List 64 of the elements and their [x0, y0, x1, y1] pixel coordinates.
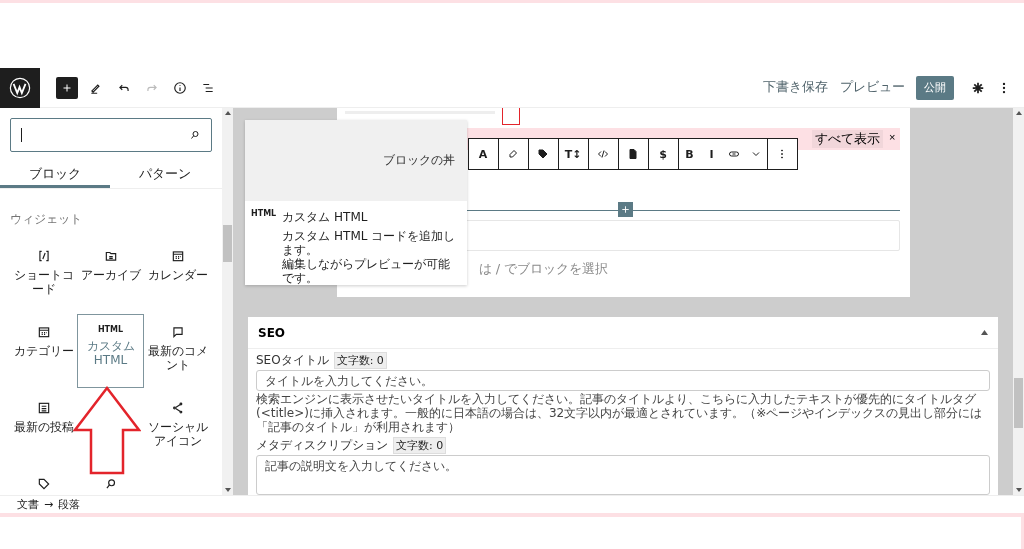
comment-icon [170, 325, 185, 339]
tag-icon [537, 148, 549, 160]
calendar-icon [36, 325, 51, 339]
block-description: カスタム HTML コードを追加します。 編集しながらプレビューが可能です。 [282, 229, 457, 285]
section-title: ウィジェット [10, 211, 83, 228]
scrollbar[interactable] [222, 108, 233, 495]
link-icon [727, 148, 740, 160]
toolbar-button[interactable]: T↕ [558, 139, 588, 169]
share-icon [170, 401, 185, 415]
publish-button[interactable]: 公開 [916, 75, 954, 100]
show-all-button[interactable]: すべて表示 [812, 130, 884, 148]
paragraph-placeholder[interactable]: は / でブロックを選択 [478, 260, 609, 278]
list-icon [36, 401, 51, 415]
insert-block-button[interactable] [617, 202, 633, 217]
html-icon: HTML [251, 209, 277, 285]
settings-icon [971, 80, 985, 95]
calendar-icon [170, 249, 185, 263]
help-text: 検索エンジンに表示させたいタイトルを入力してください。記事のタイトルより、こちらに入力したテキストが優先的にタイトルタグ(<title>)に挿入されます。一般的に日本語の場合は、32文字以内が最適とされています。（※ページやインデックスの見出し部分には「記事のタイトル」が利用されます） [256, 392, 984, 434]
field-label: メタディスクリプション [256, 437, 388, 454]
block-item[interactable]: HTML カスタム HTML [77, 314, 144, 388]
tab[interactable]: ブロック [0, 160, 110, 188]
collapse-icon [981, 330, 988, 335]
description-input[interactable]: 記事の説明文を入力してください。 [256, 455, 990, 495]
search-icon [189, 129, 201, 141]
highlighter-icon [507, 148, 519, 160]
plus-icon [619, 204, 631, 215]
tab[interactable]: パターン [110, 160, 220, 188]
block-item[interactable]: ショートコード [10, 238, 77, 312]
close-button[interactable]: × [889, 130, 896, 145]
shortcode-icon [36, 249, 51, 263]
document-icon [627, 148, 639, 160]
add-block-button[interactable] [56, 76, 78, 99]
seo-header[interactable]: SEO [248, 317, 998, 349]
character-count: 文字数: 0 [393, 437, 447, 454]
block-item[interactable]: アーカイブ [77, 238, 144, 312]
code-icon [597, 148, 609, 160]
toolbar-button[interactable]: $ [648, 139, 678, 169]
breadcrumb-item[interactable]: 文書 [17, 497, 39, 512]
toolbar-button[interactable]: I [700, 139, 723, 169]
title-input[interactable]: タイトルを入力してください。 [256, 370, 990, 391]
block-item[interactable]: 最新のコメント [144, 314, 211, 388]
preview-link[interactable]: プレビュー [834, 79, 911, 96]
wordpress-logo[interactable] [0, 67, 40, 108]
character-count: 文字数: 0 [333, 352, 387, 369]
highlight-frame [501, 108, 520, 125]
preview-area: ブロックの丼 [245, 120, 467, 201]
block-item[interactable]: カテゴリー [10, 314, 77, 388]
info-icon [173, 80, 187, 95]
field-label: SEOタイトル [256, 352, 329, 369]
tag-icon [36, 477, 51, 491]
toolbar-button[interactable]: A [468, 139, 498, 169]
block-item[interactable]: カレンダー [144, 238, 211, 312]
block-item[interactable]: 最新の投稿 [10, 390, 77, 464]
html-icon: HTML [97, 325, 124, 334]
block-title: カスタム HTML [282, 209, 369, 226]
wordpress-logo-icon [9, 76, 31, 99]
breadcrumb-separator: → [44, 498, 54, 511]
breadcrumb-item[interactable]: 段落 [58, 497, 81, 512]
scrollbar[interactable] [1013, 108, 1024, 495]
toolbar-button[interactable]: B [678, 139, 701, 169]
block-item[interactable]: ソーシャルアイコン [144, 390, 211, 464]
search-field[interactable] [10, 118, 212, 152]
folder-icon [103, 249, 118, 263]
save-draft-link[interactable]: 下書き保存 [757, 79, 834, 96]
